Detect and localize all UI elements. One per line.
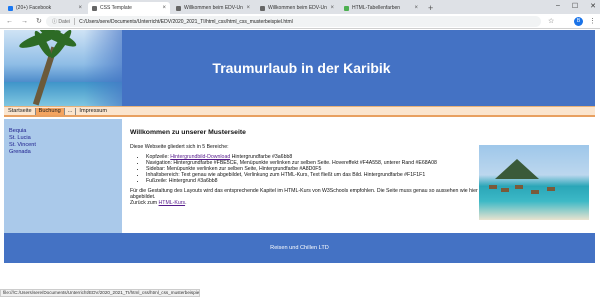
menu-icon[interactable]: ⋮ xyxy=(589,17,596,25)
maximize-icon[interactable]: ☐ xyxy=(572,2,578,10)
tab-close-icon[interactable]: × xyxy=(78,5,82,11)
address-bar[interactable]: ⓘ Datei C:/Users/sere/Documents/Unterric… xyxy=(46,16,541,27)
tab-close-icon[interactable]: × xyxy=(162,5,166,11)
top-navigation: Startseite Buchung... Impressum xyxy=(4,106,595,117)
back-arrow-icon[interactable]: ← xyxy=(6,18,13,25)
info-icon[interactable]: ⓘ Datei xyxy=(52,18,76,25)
reload-icon[interactable]: ↻ xyxy=(36,17,42,25)
browser-tab[interactable]: Willkommen beim EDV-Unterricht× xyxy=(256,2,338,14)
url-text[interactable]: C:/Users/sere/Documents/Unterricht/EDV/2… xyxy=(79,19,293,25)
html-course-link[interactable]: HTML-Kurs xyxy=(159,200,186,206)
nav-link[interactable]: Startseite xyxy=(5,107,36,115)
window-controls: – ☐ ✕ xyxy=(556,2,596,10)
tab-label: Willkommen beim EDV-Unterricht xyxy=(184,5,244,11)
sidebar: Bequia St. Lucia St. Vincent Grenada xyxy=(4,119,122,233)
tab-label: HTML-Tabellenfarben xyxy=(352,5,401,11)
tab-close-icon[interactable]: × xyxy=(414,5,418,11)
forward-arrow-icon[interactable]: → xyxy=(21,18,28,25)
tab-favicon-icon xyxy=(344,5,349,11)
browser-tab[interactable]: HTML-Tabellenfarben × xyxy=(340,2,422,14)
outro-text: Für die Gestaltung des Layouts wird das … xyxy=(130,188,478,200)
nav-link[interactable]: ... xyxy=(65,107,77,115)
page-title: Traumurlaub in der Karibik xyxy=(212,60,391,76)
new-tab-button[interactable]: + xyxy=(428,2,433,14)
page-header: Traumurlaub in der Karibik xyxy=(4,30,595,106)
bora-bora-photo xyxy=(479,145,589,220)
nav-link[interactable]: Buchung xyxy=(35,107,65,115)
footer-text: Reisen und Chillen LTD xyxy=(270,245,329,251)
nav-link[interactable]: Impressum xyxy=(76,108,110,115)
tab-label: CSS Template xyxy=(100,5,132,11)
close-window-icon[interactable]: ✕ xyxy=(590,2,596,10)
minimize-icon[interactable]: – xyxy=(556,2,560,10)
content-heading: Willkommen zu unserer Musterseite xyxy=(130,129,246,136)
profile-avatar[interactable]: B xyxy=(574,17,583,26)
bookmark-star-icon[interactable]: ☆ xyxy=(548,17,554,25)
page-footer: Reisen und Chillen LTD xyxy=(4,233,595,263)
address-label: Datei xyxy=(58,19,71,25)
tab-bar: (20+) Facebook × CSS Template × Willkommen b… xyxy=(0,0,600,14)
tab-favicon-icon xyxy=(8,5,13,11)
tab-favicon-icon xyxy=(260,5,265,11)
tab-close-icon[interactable]: × xyxy=(246,5,250,11)
sidebar-link[interactable]: Grenada xyxy=(9,149,122,156)
browser-tab[interactable]: CSS Template × xyxy=(88,2,170,14)
address-bar-row: ← → ↻ ⓘ Datei C:/Users/sere/Documents/Un… xyxy=(0,14,600,29)
sidebar-link[interactable]: Bequia xyxy=(9,128,122,135)
tab-label: (20+) Facebook xyxy=(16,5,52,11)
section-list: Kopfzeile: Hintergrundbild-Download Hint… xyxy=(146,154,478,184)
sidebar-link[interactable]: St. Lucia xyxy=(9,135,122,142)
status-bar: file:///C:/Users/sere/Documents/Unterric… xyxy=(0,289,200,297)
browser-tab[interactable]: Willkommen beim EDV-Unterricht× xyxy=(172,2,254,14)
sidebar-link[interactable]: St. Vincent xyxy=(9,142,122,149)
browser-tab[interactable]: (20+) Facebook × xyxy=(4,2,86,14)
tab-label: Willkommen beim EDV-Unterricht xyxy=(268,5,328,11)
tab-favicon-icon xyxy=(176,5,181,11)
tab-favicon-icon xyxy=(92,5,97,11)
section-item: Fußzeile: Hintergrund #3a6bb8 xyxy=(146,178,478,184)
tab-close-icon[interactable]: × xyxy=(330,5,334,11)
